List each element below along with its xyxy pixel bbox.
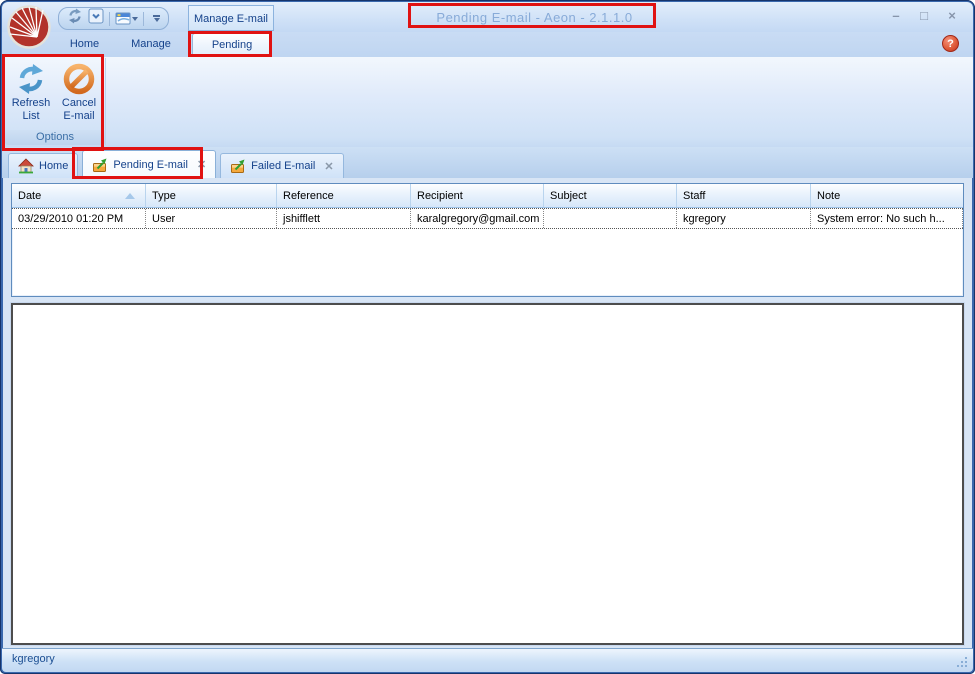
doc-tab-home[interactable]: Home (8, 153, 78, 178)
doc-tab-pending-email-label: Pending E-mail (113, 159, 188, 171)
help-button[interactable]: ? (942, 35, 959, 52)
quick-access-toolbar (58, 7, 169, 30)
cancel-email-label: Cancel E-mail (56, 97, 102, 123)
contextual-tab-group-label: Manage E-mail (188, 5, 274, 31)
cell-subject (544, 209, 677, 228)
close-tab-icon[interactable]: ✕ (197, 158, 206, 171)
content-area: Date Type Reference Recipient Subject St… (3, 178, 972, 648)
document-tab-strip: Home Pending E-mail ✕ Failed E-mail ✕ (2, 147, 973, 178)
doc-tab-failed-email[interactable]: Failed E-mail ✕ (220, 153, 343, 178)
table-row[interactable]: 03/29/2010 01:20 PM User jshifflett kara… (12, 208, 963, 229)
ribbon-tab-home[interactable]: Home (57, 34, 112, 55)
qat-overflow-button[interactable] (153, 15, 160, 22)
window-controls: – □ × (887, 7, 961, 25)
ribbon-tab-row: Home Manage Pending ? (2, 32, 973, 57)
outgoing-mail-icon (92, 157, 108, 173)
minimize-button[interactable]: – (887, 7, 905, 25)
column-header-reference[interactable]: Reference (277, 184, 411, 207)
window-style-dropdown-icon[interactable] (132, 17, 138, 21)
outgoing-mail-icon (230, 158, 246, 174)
refresh-qat-icon[interactable] (67, 8, 83, 29)
qat-separator (143, 12, 144, 26)
column-header-type[interactable]: Type (146, 184, 277, 207)
ribbon-group-caption: Options (5, 130, 105, 145)
resize-grip[interactable] (965, 665, 967, 667)
home-icon (18, 158, 34, 174)
checkbox-dropdown-icon[interactable] (88, 8, 104, 29)
app-logo-icon[interactable] (6, 4, 52, 50)
status-bar: kgregory (2, 648, 973, 672)
cell-note: System error: No such h... (811, 209, 963, 228)
window-style-icon[interactable] (115, 11, 138, 26)
title-bar: Manage E-mail Pending E-mail - Aeon - 2.… (2, 2, 973, 32)
status-username: kgregory (12, 653, 55, 665)
column-header-staff[interactable]: Staff (677, 184, 811, 207)
window-title: Pending E-mail - Aeon - 2.1.1.0 (411, 6, 658, 29)
refresh-list-button[interactable]: Refresh List (8, 61, 54, 130)
cell-reference: jshifflett (277, 209, 411, 228)
sort-ascending-icon (125, 193, 135, 199)
table-header-row: Date Type Reference Recipient Subject St… (12, 184, 963, 208)
cancel-icon (63, 63, 95, 95)
ribbon-tab-pending[interactable]: Pending (192, 33, 272, 56)
column-header-date[interactable]: Date (12, 184, 146, 207)
ribbon-tab-manage[interactable]: Manage (120, 34, 182, 55)
cell-type: User (146, 209, 277, 228)
doc-tab-home-label: Home (39, 160, 68, 172)
qat-separator (109, 12, 110, 26)
email-preview-panel (11, 303, 964, 645)
refresh-icon (15, 63, 47, 95)
column-header-note[interactable]: Note (811, 184, 963, 207)
pending-email-table: Date Type Reference Recipient Subject St… (11, 183, 964, 297)
cell-date: 03/29/2010 01:20 PM (12, 209, 146, 228)
close-tab-icon[interactable]: ✕ (324, 160, 333, 173)
refresh-list-label: Refresh List (8, 97, 54, 123)
cell-staff: kgregory (677, 209, 811, 228)
column-header-subject[interactable]: Subject (544, 184, 677, 207)
ribbon-group-options: Refresh List Cancel E-mail (5, 58, 106, 145)
doc-tab-pending-email[interactable]: Pending E-mail ✕ (82, 150, 216, 178)
column-header-recipient[interactable]: Recipient (411, 184, 544, 207)
maximize-button[interactable]: □ (915, 7, 933, 25)
close-button[interactable]: × (943, 7, 961, 25)
cell-recipient: karalgregory@gmail.com (411, 209, 544, 228)
doc-tab-failed-email-label: Failed E-mail (251, 160, 315, 172)
cancel-email-button[interactable]: Cancel E-mail (56, 61, 102, 130)
app-window: Manage E-mail Pending E-mail - Aeon - 2.… (0, 0, 975, 674)
ribbon-body: Refresh List Cancel E-mail (2, 57, 973, 148)
